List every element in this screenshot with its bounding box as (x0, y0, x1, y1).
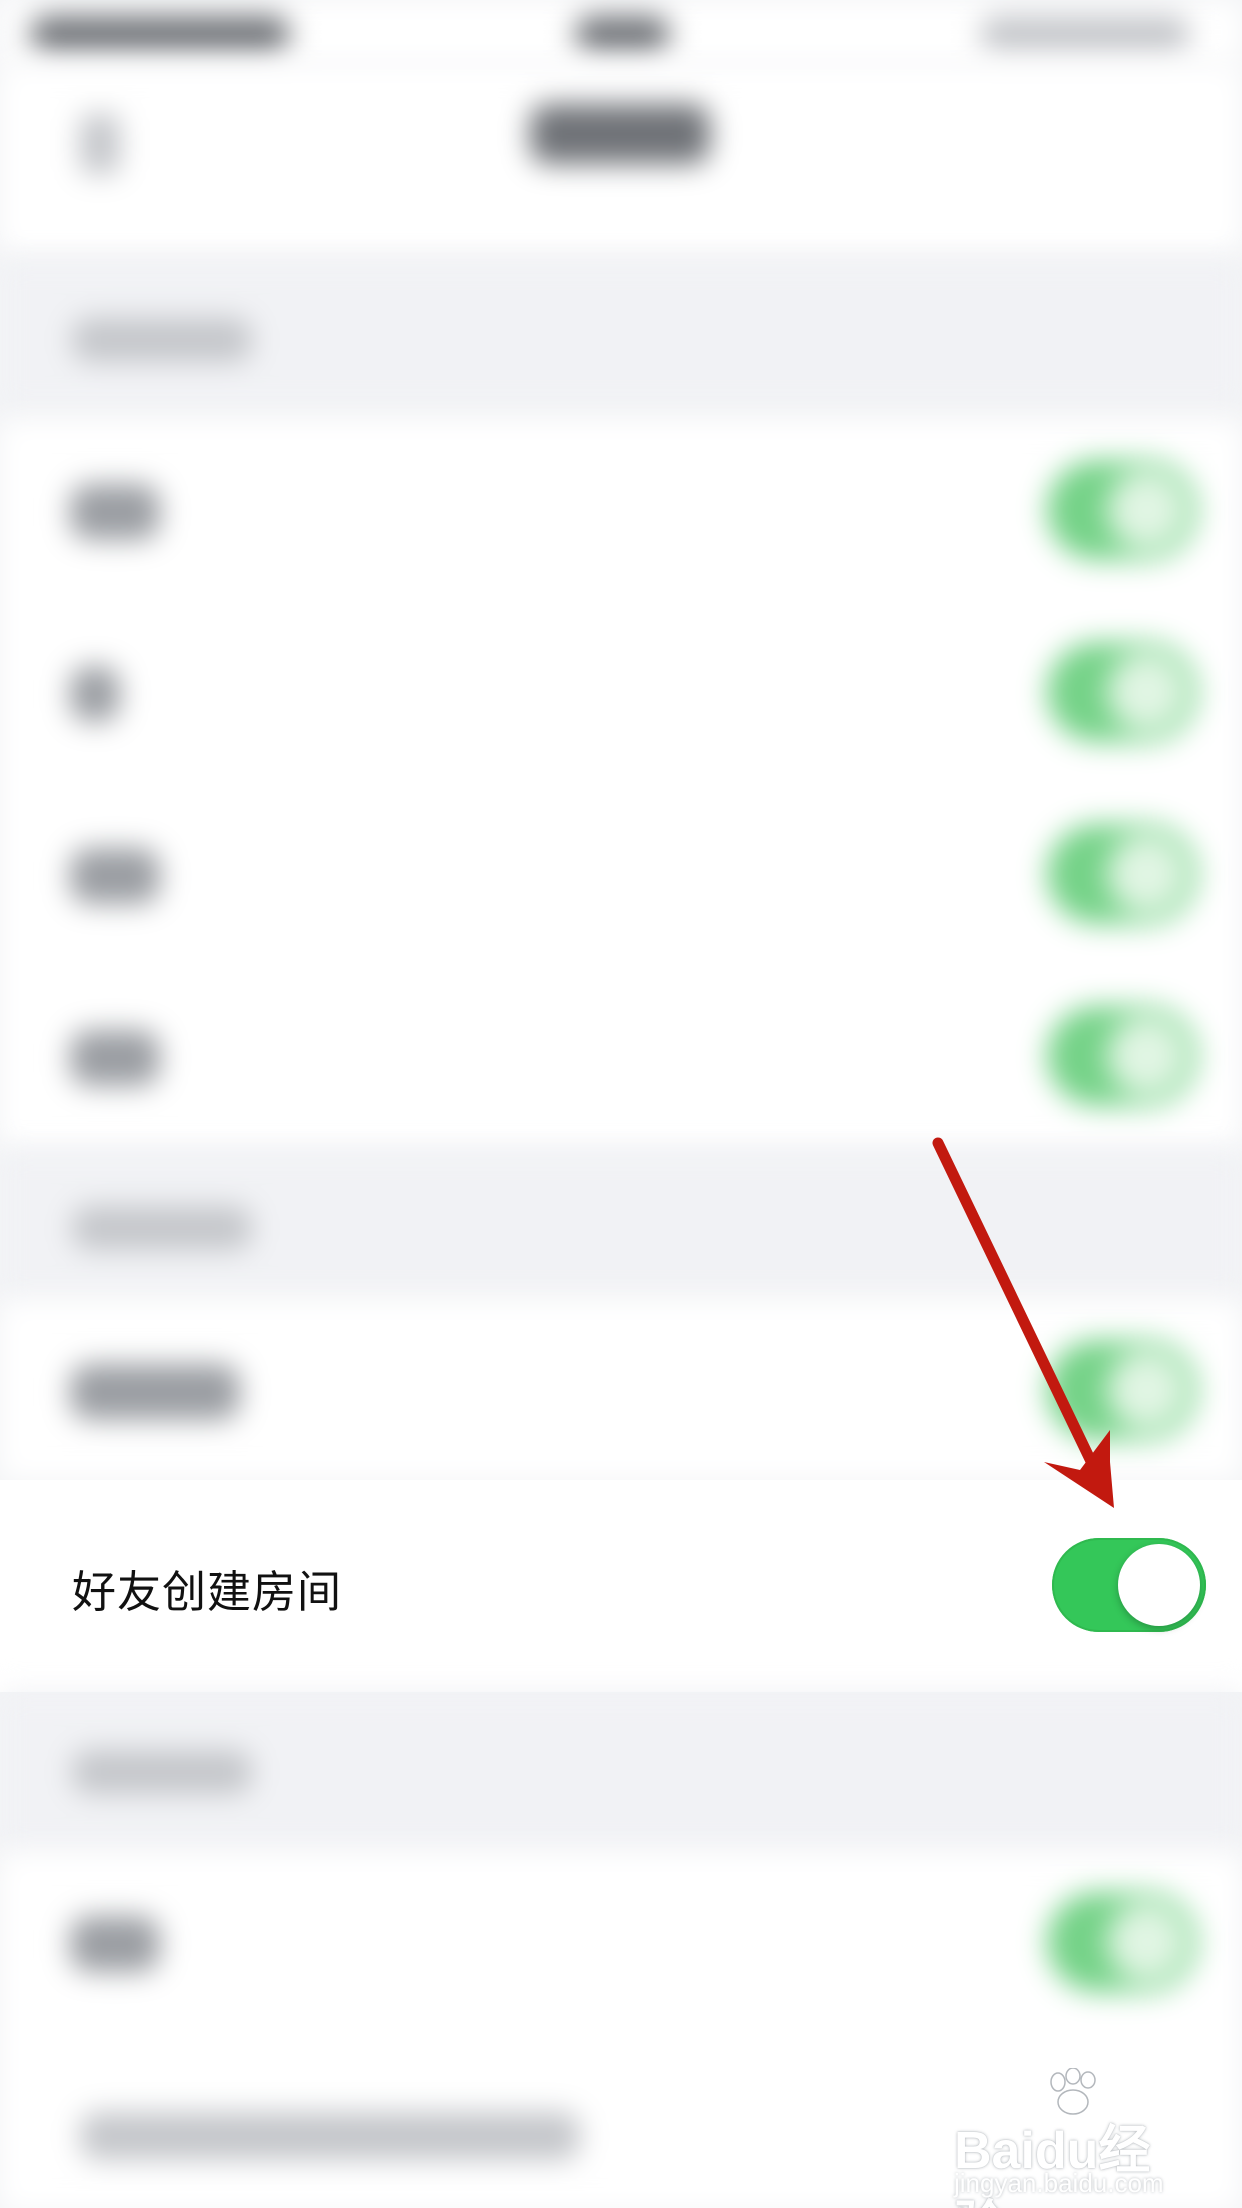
section-header (0, 1692, 1242, 1852)
row-label (70, 1916, 160, 1972)
toggle-switch[interactable] (1047, 1892, 1197, 1992)
settings-row[interactable] (0, 420, 1242, 602)
section-header (0, 1150, 1242, 1300)
row-label (70, 1364, 240, 1420)
settings-row-friend-create-room[interactable]: 好友创建房间 (0, 1480, 1242, 1692)
settings-row[interactable] (0, 1852, 1242, 2034)
settings-group (0, 420, 1242, 1150)
baidu-watermark: Baidu经验 jingyan.baidu.com (948, 2068, 1198, 2208)
status-bar (0, 0, 1242, 64)
toggle-switch[interactable] (1047, 642, 1197, 742)
toggle-switch[interactable] (1047, 1340, 1197, 1440)
carrier-signal (30, 16, 290, 52)
row-label: 好友创建房间 (72, 1567, 342, 1618)
settings-row[interactable] (0, 602, 1242, 784)
section-header (0, 260, 1242, 410)
toggle-switch[interactable] (1047, 824, 1197, 924)
settings-group (0, 1300, 1242, 1480)
nav-bar (0, 64, 1242, 254)
row-label (70, 666, 120, 722)
settings-row[interactable] (0, 784, 1242, 966)
watermark-url: jingyan.baidu.com (954, 2168, 1164, 2198)
section-header-label (72, 1750, 252, 1794)
row-label (70, 1030, 160, 1086)
settings-row[interactable] (0, 1300, 1242, 1482)
settings-row[interactable] (0, 966, 1242, 1148)
section-header-label (72, 318, 252, 362)
settings-screen: 好友创建房间 Baidu经验 jingyan.baidu.com (0, 0, 1242, 2208)
toggle-knob (1118, 1544, 1200, 1626)
page-title (530, 104, 710, 164)
footnote-text (80, 2112, 580, 2160)
back-icon[interactable] (80, 114, 120, 174)
status-time (575, 16, 670, 52)
toggle-switch[interactable] (1047, 1006, 1197, 1106)
section-header-label (72, 1206, 252, 1250)
row-label (70, 848, 160, 904)
toggle-switch[interactable] (1047, 460, 1197, 560)
friend-create-room-toggle[interactable] (1052, 1538, 1206, 1632)
row-label (70, 484, 160, 540)
battery-indicator (980, 16, 1190, 52)
